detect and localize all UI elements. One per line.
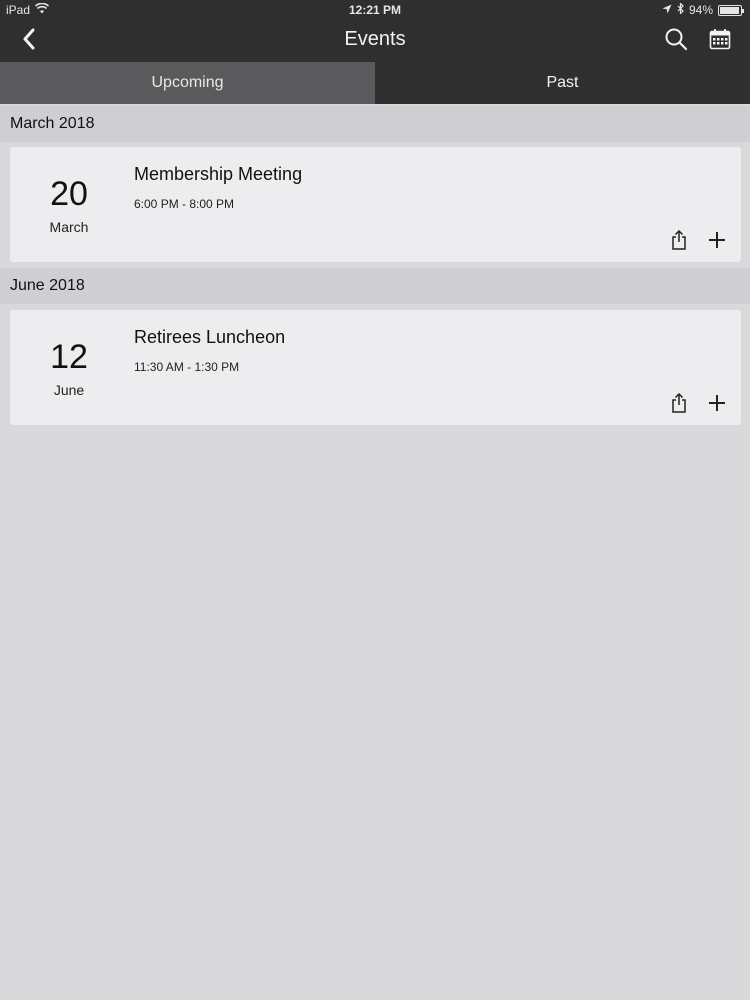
page-title: Events xyxy=(344,28,406,50)
share-icon xyxy=(670,392,688,418)
calendar-button[interactable] xyxy=(705,26,735,56)
event-title: Membership Meeting xyxy=(134,164,303,184)
status-right: 94% xyxy=(662,2,744,17)
calendar-icon xyxy=(709,28,731,55)
event-time: 11:30 AM - 1:30 PM xyxy=(134,360,240,374)
event-title: Retirees Luncheon xyxy=(134,327,286,347)
battery-icon xyxy=(718,4,744,16)
event-day: 12 xyxy=(50,338,88,376)
add-to-calendar-button[interactable] xyxy=(704,229,730,255)
bluetooth-icon xyxy=(677,2,684,17)
plus-icon xyxy=(707,230,727,255)
event-month: June xyxy=(53,382,85,398)
section-header: June 2018 xyxy=(0,268,750,304)
search-button[interactable] xyxy=(661,26,691,56)
event-time: 6:00 PM - 8:00 PM xyxy=(134,197,235,211)
status-bar: iPad 12:21 PM 94% xyxy=(0,0,750,20)
battery-fill xyxy=(720,6,739,14)
add-to-calendar-button[interactable] xyxy=(704,392,730,418)
tab-upcoming[interactable]: Upcoming xyxy=(0,62,375,104)
segmented-tabs: Upcoming Past xyxy=(0,62,750,104)
share-button[interactable] xyxy=(666,392,692,418)
section-header: March 2018 xyxy=(0,106,750,142)
share-icon xyxy=(670,229,688,255)
status-time: 12:21 PM xyxy=(348,3,402,17)
tab-past[interactable]: Past xyxy=(375,62,750,104)
share-button[interactable] xyxy=(666,229,692,255)
event-card[interactable]: 20 March Membership Meeting 6:00 PM - 8:… xyxy=(10,147,741,262)
battery-percent: 94% xyxy=(688,3,713,17)
location-icon xyxy=(662,3,672,17)
event-day: 20 xyxy=(50,175,88,213)
plus-icon xyxy=(707,393,727,418)
event-month: March xyxy=(49,219,89,235)
event-card[interactable]: 12 June Retirees Luncheon 11:30 AM - 1:3… xyxy=(10,310,741,425)
search-icon xyxy=(664,27,688,56)
nav-bar: Events xyxy=(0,20,750,62)
